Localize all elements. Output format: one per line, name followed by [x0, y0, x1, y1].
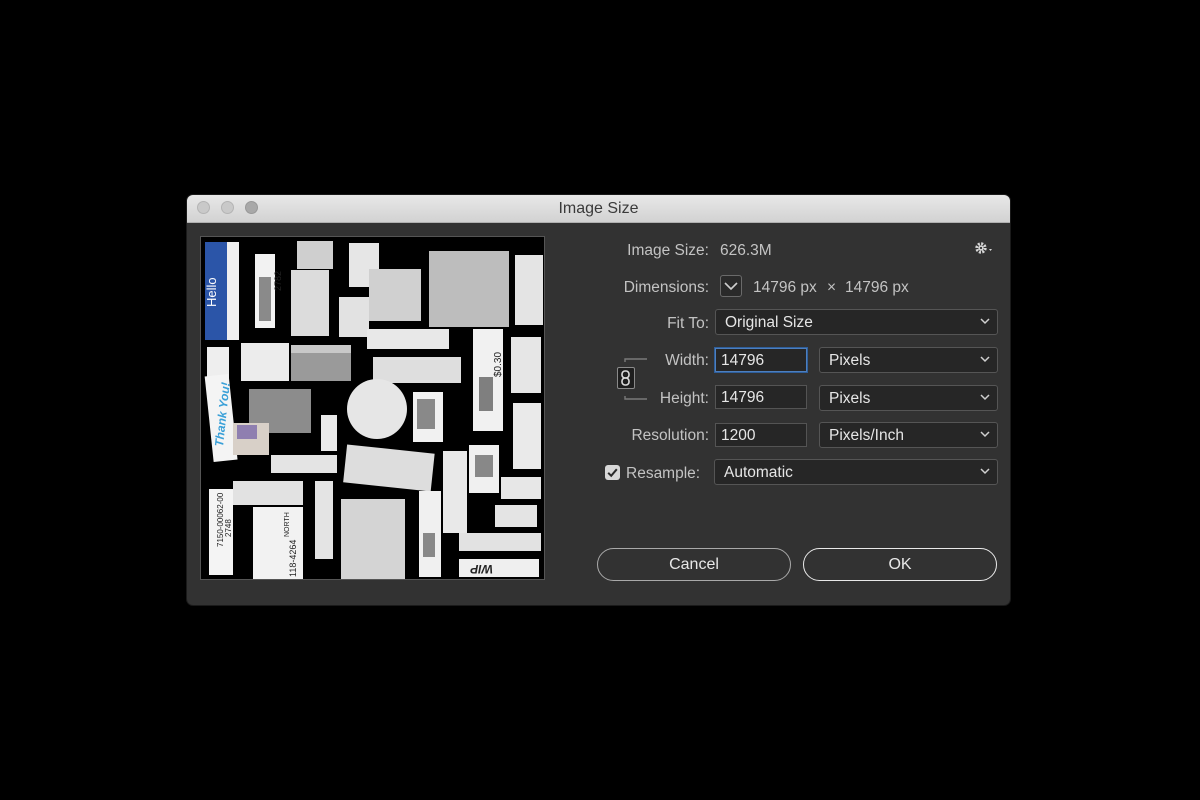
- resolution-unit-value: Pixels/Inch: [829, 427, 904, 444]
- width-label: Width:: [665, 352, 709, 369]
- title-bar: Image Size: [187, 195, 1010, 223]
- resolution-input[interactable]: 1200: [715, 423, 807, 447]
- fit-to-label: Fit To:: [667, 315, 709, 332]
- width-unit-select[interactable]: Pixels: [819, 347, 998, 373]
- chevron-down-icon: [980, 468, 990, 475]
- wip-text: WIP: [469, 562, 493, 576]
- image-size-value: 626.3M: [720, 242, 772, 259]
- resample-label: Resample:: [626, 465, 701, 482]
- image-size-dialog: Image Size Hello Thank You! 2782 $0.30 7…: [187, 195, 1010, 605]
- chain-link-icon: [621, 370, 630, 386]
- fit-to-value: Original Size: [725, 314, 813, 331]
- height-unit-value: Pixels: [829, 390, 871, 407]
- width-unit-value: Pixels: [829, 352, 871, 369]
- resample-checkbox[interactable]: [605, 465, 620, 480]
- resolution-unit-select[interactable]: Pixels/Inch: [819, 422, 998, 448]
- chevron-down-icon: [980, 318, 990, 325]
- sticker-texture-preview: Hello Thank You! 2782 $0.30 7150-00062-0…: [204, 241, 543, 579]
- dimensions-times: ×: [827, 279, 837, 296]
- resample-method-value: Automatic: [724, 464, 793, 481]
- hello-text: Hello: [204, 277, 219, 307]
- chevron-down-icon: [724, 282, 738, 291]
- constrain-proportions-toggle[interactable]: [617, 367, 635, 389]
- checkmark-icon: [607, 468, 618, 478]
- cancel-button[interactable]: Cancel: [597, 548, 791, 581]
- hello-sticker: Hello: [204, 242, 239, 340]
- gear-icon[interactable]: [974, 240, 996, 256]
- barcode-code-left: 2748: [224, 519, 233, 537]
- ok-button[interactable]: OK: [803, 548, 997, 581]
- dimensions-label: Dimensions:: [623, 279, 709, 296]
- dimensions-width-value: 14796 px: [753, 279, 817, 296]
- chevron-down-icon: [980, 394, 990, 401]
- resample-method-select[interactable]: Automatic: [714, 459, 998, 485]
- barcode-code-bottom: 118-4264: [288, 540, 298, 577]
- dimensions-height-value: 14796 px: [845, 279, 909, 296]
- window-title: Image Size: [558, 200, 639, 217]
- image-size-label: Image Size:: [627, 242, 709, 259]
- height-unit-select[interactable]: Pixels: [819, 385, 998, 411]
- width-input[interactable]: 14796: [715, 348, 807, 372]
- price-text: $0.30: [493, 352, 504, 377]
- barcode-code-top: 2782: [273, 271, 283, 291]
- image-preview[interactable]: Hello Thank You! 2782 $0.30 7150-00062-0…: [200, 236, 545, 580]
- dimensions-unit-toggle[interactable]: [720, 275, 742, 297]
- height-label: Height:: [659, 390, 709, 407]
- chevron-down-icon: [980, 356, 990, 363]
- fit-to-select[interactable]: Original Size: [715, 309, 998, 335]
- resolution-label: Resolution:: [631, 427, 709, 444]
- height-input[interactable]: 14796: [715, 385, 807, 409]
- barcode-code-side: NORTH: [284, 512, 291, 537]
- chevron-down-icon: [980, 431, 990, 438]
